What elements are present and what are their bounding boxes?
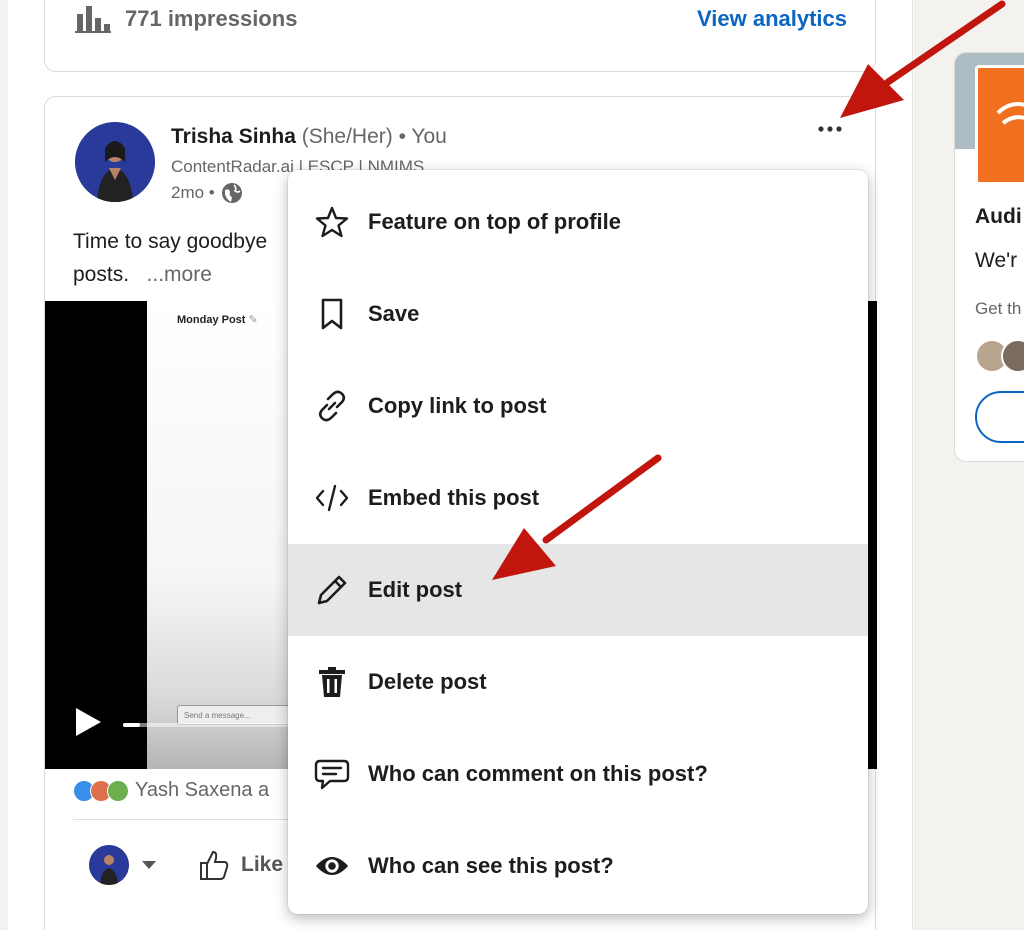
star-icon bbox=[314, 204, 350, 240]
left-gutter bbox=[0, 0, 8, 930]
follower-avatar bbox=[1001, 339, 1024, 373]
menu-item-who-can-see[interactable]: Who can see this post? bbox=[288, 820, 868, 912]
menu-item-edit-post[interactable]: Edit post bbox=[288, 544, 868, 636]
bookmark-icon bbox=[314, 296, 350, 332]
globe-icon bbox=[221, 183, 242, 203]
post-more-options-button[interactable] bbox=[815, 119, 845, 139]
impressions-count: 771 impressions bbox=[125, 6, 298, 31]
sidebar-card-description: We'r bbox=[975, 249, 1018, 272]
sidebar-card-follower-avatars bbox=[975, 339, 1024, 373]
menu-label-embed: Embed this post bbox=[368, 485, 540, 510]
more-horizontal-icon bbox=[818, 126, 842, 132]
author-pronoun: (She/Her) bbox=[301, 125, 393, 148]
menu-label-feature-on-top: Feature on top of profile bbox=[368, 209, 621, 234]
author-name: Trisha Sinha bbox=[171, 125, 296, 148]
sidebar-promo-card: Audi We'r Get th bbox=[954, 52, 1024, 462]
video-frame-title: Monday Post ✎ bbox=[177, 313, 258, 326]
pencil-icon bbox=[314, 572, 350, 608]
bar-chart-icon bbox=[75, 6, 111, 33]
menu-label-save: Save bbox=[368, 301, 420, 326]
menu-label-who-can-see: Who can see this post? bbox=[368, 853, 614, 878]
menu-item-save[interactable]: Save bbox=[288, 268, 868, 360]
sidebar-card-subtext: Get th bbox=[975, 299, 1022, 318]
author-avatar[interactable] bbox=[75, 122, 155, 202]
menu-item-embed[interactable]: Embed this post bbox=[288, 452, 868, 544]
menu-label-who-can-comment: Who can comment on this post? bbox=[368, 761, 708, 786]
radar-logo-icon bbox=[996, 102, 1024, 125]
sidebar-card-title: Audi bbox=[975, 205, 1022, 228]
reactions-text: Yash Saxena a bbox=[135, 779, 270, 801]
video-progress-fill bbox=[123, 723, 140, 727]
post-time: 2mo • bbox=[171, 183, 215, 202]
acting-as-avatar-photo bbox=[89, 845, 129, 885]
like-label: Like bbox=[241, 853, 284, 876]
post-meta: 2mo • bbox=[171, 182, 243, 204]
thumbs-up-icon bbox=[200, 850, 229, 880]
menu-item-feature-on-top[interactable]: Feature on top of profile bbox=[288, 176, 868, 268]
see-more-link[interactable]: ...more bbox=[147, 263, 212, 286]
trash-icon bbox=[314, 664, 350, 700]
author-you-badge: • You bbox=[398, 125, 447, 148]
like-button[interactable]: Like bbox=[197, 848, 283, 882]
reaction-icons bbox=[73, 779, 129, 802]
sidebar-card-logo[interactable] bbox=[975, 65, 1024, 185]
avatar-photo bbox=[75, 122, 155, 202]
sidebar-card-follow-button[interactable] bbox=[975, 391, 1024, 443]
caret-down-icon bbox=[142, 861, 156, 869]
support-reaction-icon bbox=[107, 779, 129, 802]
post-action-bar: Like bbox=[89, 845, 283, 885]
video-frame-message-input: Send a message... bbox=[177, 705, 297, 725]
view-analytics-link[interactable]: View analytics bbox=[697, 6, 847, 32]
post-options-menu: Feature on top of profile Save Copy link… bbox=[288, 170, 868, 914]
play-icon[interactable] bbox=[73, 707, 103, 737]
acting-as-avatar bbox=[89, 845, 129, 885]
link-icon bbox=[314, 388, 350, 424]
eye-icon bbox=[314, 848, 350, 884]
menu-item-who-can-comment[interactable]: Who can comment on this post? bbox=[288, 728, 868, 820]
menu-item-delete-post[interactable]: Delete post bbox=[288, 636, 868, 728]
code-icon bbox=[314, 480, 350, 516]
author-name-line[interactable]: Trisha Sinha (She/Her) • You bbox=[171, 125, 447, 149]
menu-item-copy-link[interactable]: Copy link to post bbox=[288, 360, 868, 452]
impressions-stat[interactable]: 771 impressions bbox=[75, 4, 297, 34]
reaction-avatar-selector[interactable] bbox=[89, 845, 157, 885]
video-frame-edit-icon: ✎ bbox=[248, 314, 258, 326]
menu-label-edit-post: Edit post bbox=[368, 577, 463, 602]
menu-label-copy-link: Copy link to post bbox=[368, 393, 547, 418]
video-frame-title-text: Monday Post bbox=[177, 314, 246, 326]
reactions-summary[interactable]: Yash Saxena a bbox=[73, 779, 269, 802]
post-text-line-2-content: posts. bbox=[73, 263, 130, 286]
menu-label-delete-post: Delete post bbox=[368, 669, 487, 694]
impressions-card: 771 impressions View analytics bbox=[44, 0, 876, 72]
comment-icon bbox=[314, 756, 350, 792]
impressions-row: 771 impressions View analytics bbox=[75, 4, 847, 34]
